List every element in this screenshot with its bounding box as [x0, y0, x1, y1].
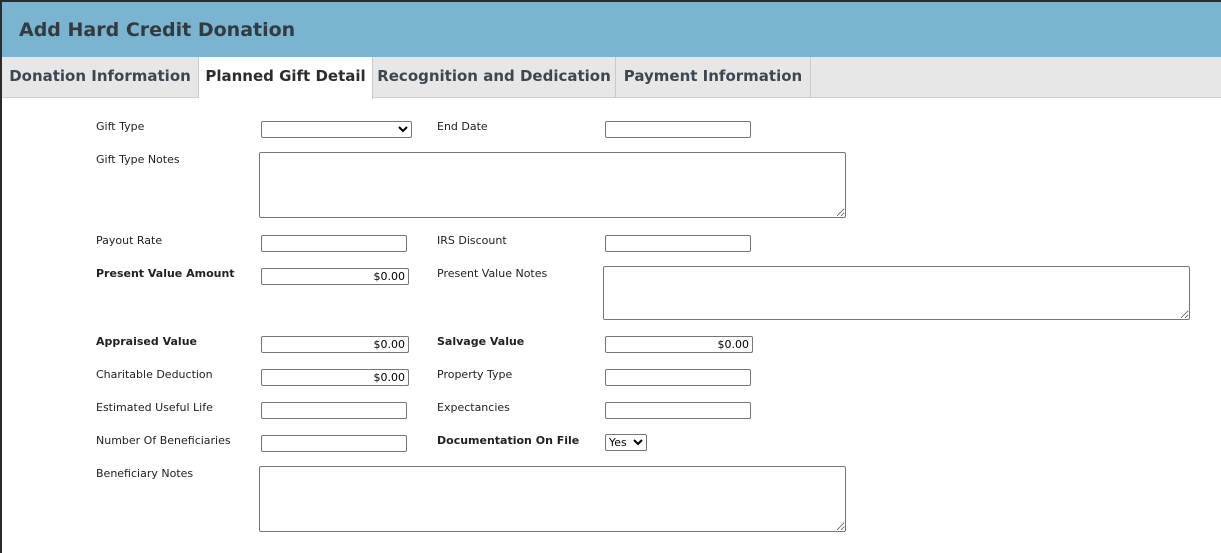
documentation-on-file-selected-value: Yes — [609, 436, 627, 449]
charitable-deduction-label: Charitable Deduction — [96, 368, 213, 381]
tab-payment-information[interactable]: Payment Information — [616, 57, 811, 98]
property-type-input[interactable] — [605, 369, 751, 386]
appraised-value-input[interactable] — [261, 336, 409, 353]
expectancies-input[interactable] — [605, 402, 751, 419]
number-of-beneficiaries-input[interactable] — [261, 435, 407, 452]
present-value-notes-textarea[interactable] — [603, 266, 1190, 320]
tab-bar: Donation Information Planned Gift Detail… — [2, 57, 1221, 99]
salvage-value-input[interactable] — [605, 336, 753, 353]
tab-planned-gift-detail[interactable]: Planned Gift Detail — [199, 57, 373, 99]
end-date-label: End Date — [437, 120, 488, 133]
tab-recognition-and-dedication[interactable]: Recognition and Dedication — [373, 57, 616, 98]
end-date-input[interactable] — [605, 121, 751, 138]
gift-type-notes-textarea[interactable] — [259, 152, 846, 218]
number-of-beneficiaries-label: Number Of Beneficiaries — [96, 434, 231, 447]
dialog-title: Add Hard Credit Donation — [19, 19, 296, 41]
beneficiary-notes-label: Beneficiary Notes — [96, 467, 194, 480]
gift-type-notes-label: Gift Type Notes — [96, 153, 180, 166]
charitable-deduction-input[interactable] — [261, 369, 409, 386]
beneficiary-notes-textarea[interactable] — [259, 466, 846, 532]
gift-type-label: Gift Type — [96, 120, 145, 133]
payout-rate-label: Payout Rate — [96, 234, 163, 247]
title-bar: Add Hard Credit Donation — [2, 2, 1221, 57]
appraised-value-label: Appraised Value — [96, 335, 197, 348]
salvage-value-label: Salvage Value — [437, 335, 525, 348]
documentation-on-file-label: Documentation On File — [437, 434, 580, 447]
chevron-down-icon — [398, 126, 408, 133]
property-type-label: Property Type — [437, 368, 513, 381]
estimated-useful-life-input[interactable] — [261, 402, 407, 419]
dialog: Add Hard Credit Donation Donation Inform… — [2, 2, 1221, 553]
present-value-amount-label: Present Value Amount — [96, 267, 235, 280]
irs-discount-input[interactable] — [605, 235, 751, 252]
payout-rate-input[interactable] — [261, 235, 407, 252]
gift-type-select[interactable] — [261, 121, 412, 138]
present-value-amount-input[interactable] — [261, 268, 409, 285]
expectancies-label: Expectancies — [437, 401, 510, 414]
chevron-down-icon — [633, 439, 643, 446]
irs-discount-label: IRS Discount — [437, 234, 507, 247]
documentation-on-file-select[interactable]: Yes — [605, 434, 647, 451]
estimated-useful-life-label: Estimated Useful Life — [96, 401, 213, 414]
tab-donation-information[interactable]: Donation Information — [2, 57, 199, 98]
present-value-notes-label: Present Value Notes — [437, 267, 548, 280]
